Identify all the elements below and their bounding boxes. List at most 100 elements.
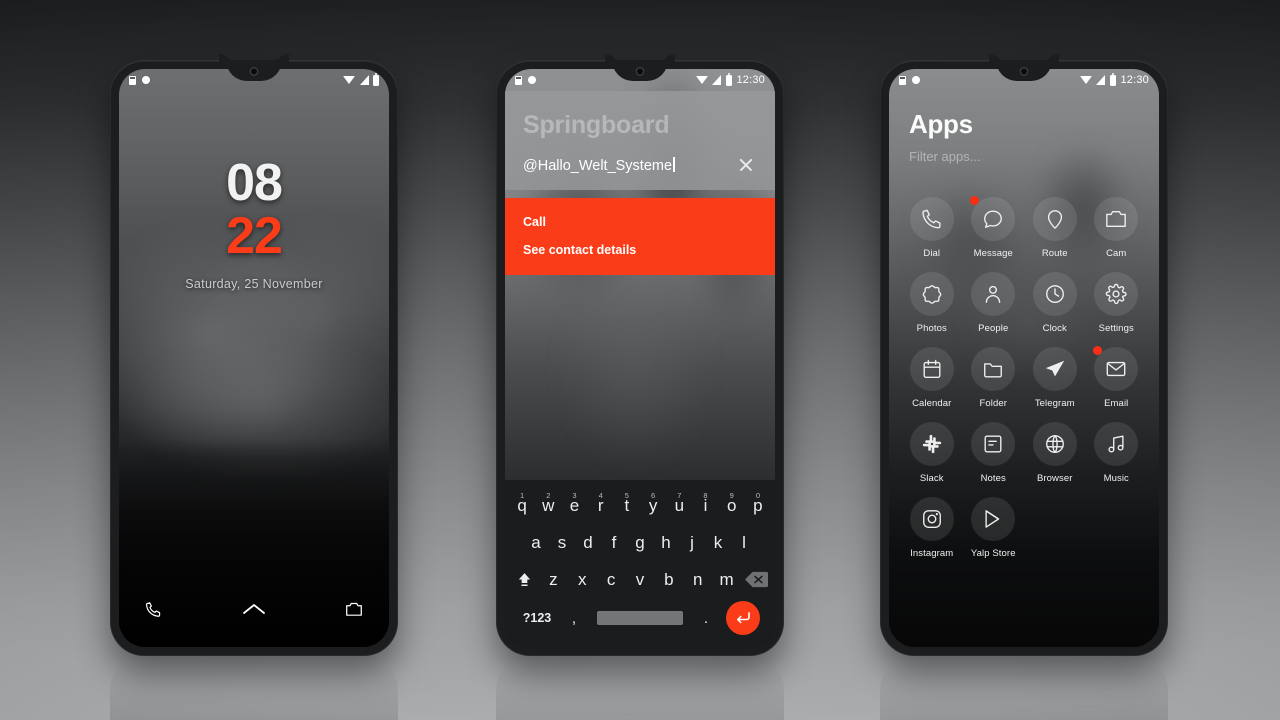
chevron-up-icon[interactable] — [242, 602, 266, 616]
enter-key[interactable] — [721, 601, 765, 635]
backspace-icon[interactable] — [741, 571, 771, 588]
key-v[interactable]: v — [626, 570, 655, 590]
app-label: People — [978, 323, 1009, 334]
key-u[interactable]: 7u — [666, 491, 692, 516]
key-a[interactable]: a — [523, 533, 549, 553]
app-message[interactable]: Message — [963, 196, 1025, 259]
key-r[interactable]: 4r — [588, 491, 614, 516]
play-store-icon — [971, 497, 1016, 541]
key-w[interactable]: 2w — [535, 491, 561, 516]
app-label: Calendar — [912, 398, 952, 409]
app-calendar[interactable]: Calendar — [901, 347, 963, 409]
filter-apps-input[interactable]: Filter apps... — [909, 149, 1139, 164]
period-key[interactable]: . — [691, 610, 721, 627]
reflection-phone1 — [110, 656, 398, 720]
envelope-icon — [1093, 346, 1139, 391]
app-clock[interactable]: Clock — [1024, 272, 1086, 334]
phone-app-drawer: 12:30 Apps Filter apps... Dial Message R… — [880, 60, 1168, 656]
key-i[interactable]: 8i — [692, 491, 718, 516]
search-input-value: @Hallo_Welt_Systeme — [523, 157, 673, 174]
app-folder[interactable]: Folder — [963, 347, 1025, 409]
key-p[interactable]: 0p — [745, 491, 771, 516]
app-row: Calendar Folder Telegram Email — [901, 346, 1148, 422]
key-s[interactable]: s — [549, 533, 575, 553]
globe-icon — [1032, 422, 1077, 466]
app-music[interactable]: Music — [1086, 422, 1148, 484]
dot-icon — [912, 76, 920, 84]
app-settings[interactable]: Settings — [1086, 272, 1148, 334]
note-icon — [971, 422, 1016, 466]
result-call[interactable]: Call — [523, 215, 757, 229]
symbols-key[interactable]: ?123 — [515, 611, 559, 625]
page-title: Apps — [909, 109, 973, 139]
app-telegram[interactable]: Telegram — [1024, 347, 1086, 409]
phone3-screen: 12:30 Apps Filter apps... Dial Message R… — [889, 69, 1159, 647]
sim-icon — [129, 75, 136, 85]
search-results-panel: Call See contact details — [505, 198, 775, 275]
app-people[interactable]: People — [963, 272, 1025, 334]
app-email[interactable]: Email — [1086, 346, 1148, 409]
app-instagram[interactable]: Instagram — [901, 497, 963, 559]
key-m[interactable]: m — [712, 570, 741, 590]
result-contact-details[interactable]: See contact details — [523, 243, 757, 257]
app-row: Dial Message Route Cam — [901, 196, 1148, 272]
reflection-phone3 — [880, 656, 1168, 720]
key-h[interactable]: h — [653, 533, 679, 553]
key-l[interactable]: l — [731, 533, 757, 553]
key-b[interactable]: b — [654, 570, 683, 590]
close-icon[interactable] — [735, 154, 757, 176]
app-cam[interactable]: Cam — [1086, 197, 1148, 259]
app-label: Slack — [919, 473, 944, 484]
signal-icon — [359, 75, 369, 85]
battery-icon — [1109, 72, 1116, 86]
key-n[interactable]: n — [683, 570, 712, 590]
spacebar-key[interactable] — [597, 611, 683, 625]
map-pin-icon — [1032, 197, 1077, 241]
comma-key[interactable]: , — [559, 610, 589, 627]
phone2-screen: 12:30 Springboard @Hallo_Welt_Systeme Ca… — [505, 69, 775, 647]
chat-bubble-icon — [970, 196, 1016, 241]
app-yalp-store[interactable]: Yalp Store — [963, 497, 1025, 559]
sim-icon — [515, 75, 522, 85]
app-label: Clock — [1042, 323, 1067, 334]
text-caret — [673, 156, 675, 172]
phone-icon[interactable] — [145, 601, 162, 618]
key-z[interactable]: z — [539, 570, 568, 590]
app-dial[interactable]: Dial — [901, 197, 963, 259]
key-k[interactable]: k — [705, 533, 731, 553]
shift-icon[interactable] — [509, 571, 539, 588]
phones-stage: 08 22 Saturday, 25 November 12:30 Spring… — [0, 0, 1280, 720]
camera-icon[interactable] — [345, 601, 363, 617]
key-g[interactable]: g — [627, 533, 653, 553]
app-label: Folder — [979, 398, 1008, 409]
key-x[interactable]: x — [568, 570, 597, 590]
key-t[interactable]: 5t — [614, 491, 640, 516]
lockscreen-clock: 08 22 Saturday, 25 November — [119, 156, 389, 291]
app-label: Browser — [1036, 473, 1073, 484]
search-row: @Hallo_Welt_Systeme — [523, 154, 757, 190]
app-photos[interactable]: Photos — [901, 272, 963, 334]
search-input[interactable]: @Hallo_Welt_Systeme — [523, 156, 735, 174]
flower-icon — [909, 272, 954, 316]
key-f[interactable]: f — [601, 533, 627, 553]
page-title: Springboard — [523, 111, 670, 139]
app-label: Route — [1041, 248, 1068, 259]
key-y[interactable]: 6y — [640, 491, 666, 516]
key-r-number: 4 — [598, 490, 603, 500]
music-note-icon — [1094, 422, 1139, 466]
key-e[interactable]: 3e — [561, 491, 587, 516]
paper-plane-icon — [1032, 347, 1077, 391]
app-notes[interactable]: Notes — [963, 422, 1025, 484]
front-camera-icon — [635, 67, 645, 76]
key-c[interactable]: c — [597, 570, 626, 590]
key-q[interactable]: 1q — [509, 491, 535, 516]
key-j[interactable]: j — [679, 533, 705, 553]
app-browser[interactable]: Browser — [1024, 422, 1086, 484]
folder-icon — [971, 347, 1016, 391]
app-grid: Dial Message Route Cam Photos People Clo… — [889, 196, 1159, 639]
app-route[interactable]: Route — [1024, 197, 1086, 259]
key-d[interactable]: d — [575, 533, 601, 553]
key-o[interactable]: 9o — [719, 491, 745, 516]
app-slack[interactable]: Slack — [901, 422, 963, 484]
onscreen-keyboard: 1q2w3e4r5t6y7u8i9o0p asdfghjkl zxcvbnm ?… — [505, 480, 775, 647]
